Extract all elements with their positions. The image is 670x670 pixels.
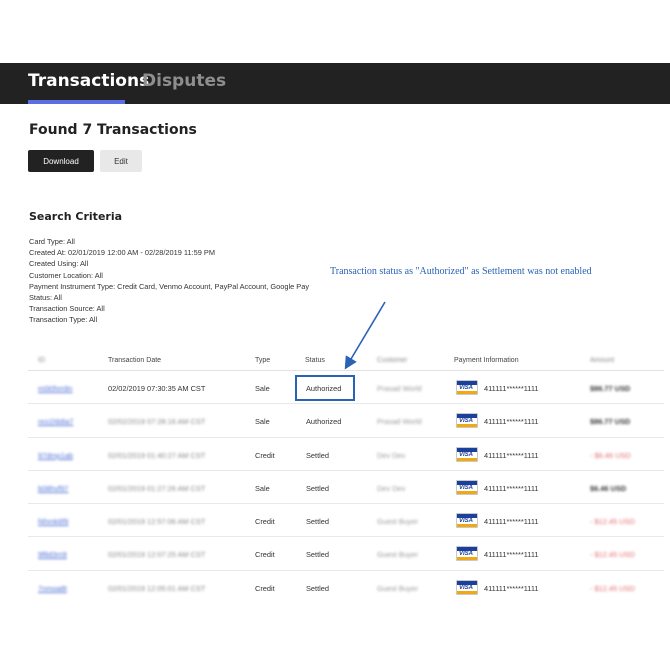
page-title: Found 7 Transactions [29, 122, 197, 138]
transaction-status: Authorized [306, 417, 342, 427]
col-status[interactable]: Status [305, 357, 325, 364]
edit-button[interactable]: Edit [100, 150, 142, 172]
transactions-table: ID Transaction Date Type Status Customer… [28, 352, 664, 604]
table-row[interactable]: m0i0hm9n 02/02/2019 07:30:35 AM CST Sale… [28, 371, 664, 405]
customer-name: Guest Buyer [377, 517, 419, 527]
transaction-status: Settled [306, 483, 330, 493]
card-number: 411111******1111 [484, 583, 539, 593]
transaction-amount: $6.46 USD [590, 483, 627, 493]
transaction-type: Sale [255, 417, 270, 427]
criteria-created-at: Created At: 02/01/2019 12:00 AM - 02/28/… [29, 248, 215, 258]
transaction-id-link[interactable]: 97dmp1ab [38, 451, 73, 460]
table-row[interactable]: b08hvf97 02/01/2019 01:27:26 AM CST Sale… [28, 471, 664, 505]
transaction-id-link[interactable]: nro1hb8a7 [38, 417, 73, 426]
transaction-date: 02/01/2019 12:57:06 AM CST [108, 517, 206, 527]
col-payment-information[interactable]: Payment Information [454, 357, 519, 364]
card-number: 411111******1111 [484, 384, 539, 393]
transaction-status: Settled [306, 517, 330, 527]
table-row[interactable]: f4hmk6f9 02/01/2019 12:57:06 AM CST Cred… [28, 504, 664, 538]
search-criteria-title: Search Criteria [29, 210, 123, 223]
transaction-id-link[interactable]: b08hvf97 [38, 484, 68, 493]
transaction-status: Settled [306, 550, 330, 560]
download-button[interactable]: Download [28, 150, 94, 172]
col-transaction-date[interactable]: Transaction Date [108, 357, 161, 364]
card-number: 411111******1111 [484, 483, 539, 493]
criteria-transaction-source: Transaction Source: All [29, 304, 105, 314]
transaction-amount: - $12.45 USD [590, 550, 635, 560]
transaction-date: 02/02/2019 07:30:35 AM CST [108, 384, 206, 393]
visa-card-icon: VISA [456, 546, 478, 562]
customer-name: Dev Dev [377, 483, 406, 493]
transaction-date: 02/01/2019 01:40:27 AM CST [108, 450, 206, 460]
transaction-id-link[interactable]: m0i0hm9n [38, 384, 73, 393]
transaction-amount: $86.77 USD [590, 384, 631, 393]
table-row[interactable]: 7nmoa8t 02/01/2019 12:05:01 AM CST Credi… [28, 571, 664, 604]
criteria-status: Status: All [29, 292, 62, 302]
visa-card-icon: VISA [456, 479, 478, 495]
card-number: 411111******1111 [484, 517, 539, 527]
top-nav-bar: Transactions Disputes [0, 63, 670, 104]
transaction-amount: $86.77 USD [590, 417, 631, 427]
transaction-type: Credit [255, 550, 275, 560]
customer-name: Prasad World [377, 417, 422, 427]
col-customer[interactable]: Customer [377, 357, 407, 364]
transaction-id-link[interactable]: f4hmk6f9 [38, 517, 68, 526]
customer-name: Dev Dev [377, 450, 406, 460]
transaction-type: Credit [255, 583, 275, 593]
transaction-date: 02/02/2019 07:28:16 AM CST [108, 417, 206, 427]
tab-transactions[interactable]: Transactions [28, 71, 149, 91]
transaction-type: Sale [255, 384, 270, 393]
card-number: 411111******1111 [484, 417, 539, 427]
customer-name: Prasad World [377, 384, 422, 393]
annotation-note: Transaction status as "Authorized" as Se… [330, 266, 592, 277]
visa-card-icon: VISA [456, 380, 478, 395]
transaction-type: Credit [255, 517, 275, 527]
visa-card-icon: VISA [456, 513, 478, 529]
transaction-type: Credit [255, 450, 275, 460]
visa-card-icon: VISA [456, 413, 478, 429]
tab-disputes[interactable]: Disputes [142, 71, 226, 91]
transaction-type: Sale [255, 483, 270, 493]
col-type[interactable]: Type [255, 357, 270, 364]
transaction-status: Settled [306, 450, 330, 460]
col-amount[interactable]: Amount [590, 357, 614, 364]
active-tab-indicator [28, 100, 125, 104]
criteria-created-using: Created Using: All [29, 259, 89, 269]
transaction-amount: - $12.45 USD [590, 583, 635, 593]
table-row[interactable]: nro1hb8a7 02/02/2019 07:28:16 AM CST Sal… [28, 404, 664, 438]
transaction-amount: - $6.46 USD [590, 450, 631, 460]
customer-name: Guest Buyer [377, 550, 419, 560]
card-number: 411111******1111 [484, 450, 539, 460]
criteria-transaction-type: Transaction Type: All [29, 315, 98, 325]
criteria-customer-location: Customer Location: All [29, 270, 103, 280]
transaction-date: 02/01/2019 12:07:25 AM CST [108, 550, 206, 560]
customer-name: Guest Buyer [377, 583, 419, 593]
table-row[interactable]: 97dmp1ab 02/01/2019 01:40:27 AM CST Cred… [28, 438, 664, 471]
visa-card-icon: VISA [456, 579, 478, 595]
transaction-id-link[interactable]: 9f8d3m9 [38, 550, 67, 559]
criteria-payment-instrument: Payment Instrument Type: Credit Card, Ve… [29, 281, 310, 291]
transaction-id-link[interactable]: 7nmoa8t [38, 584, 67, 593]
status-highlight-box [295, 375, 355, 401]
search-criteria-list: Card Type: All Created At: 02/01/2019 12… [29, 236, 309, 326]
col-id[interactable]: ID [38, 357, 45, 364]
transaction-status: Settled [306, 583, 330, 593]
criteria-card-type: Card Type: All [29, 237, 75, 246]
visa-card-icon: VISA [456, 446, 478, 462]
transaction-amount: - $12.45 USD [590, 517, 635, 527]
transaction-date: 02/01/2019 01:27:26 AM CST [108, 483, 206, 493]
table-header: ID Transaction Date Type Status Customer… [28, 352, 664, 371]
table-row[interactable]: 9f8d3m9 02/01/2019 12:07:25 AM CST Credi… [28, 537, 664, 571]
card-number: 411111******1111 [484, 550, 539, 560]
transaction-date: 02/01/2019 12:05:01 AM CST [108, 583, 206, 593]
